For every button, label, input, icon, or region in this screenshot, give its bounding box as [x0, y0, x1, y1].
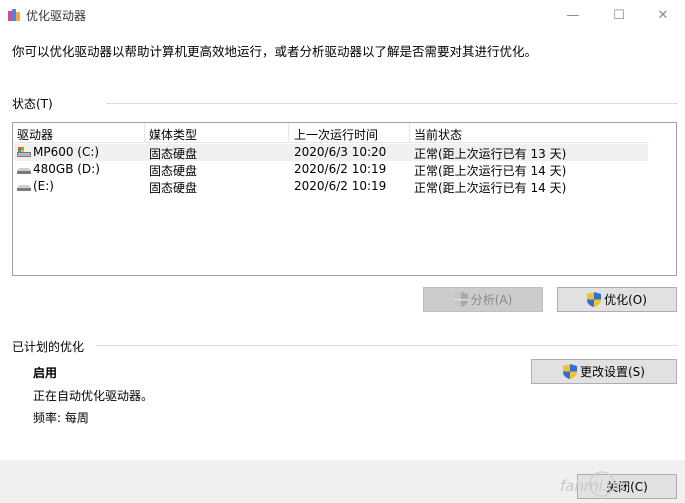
current-status: 正常(距上次运行已有 13 天) — [414, 147, 567, 161]
last-run-time: 2020/6/2 10:19 — [294, 179, 387, 193]
schedule-description: 正在自动优化驱动器。 — [33, 389, 154, 403]
optimize-label: 优化(O) — [604, 293, 647, 307]
optimize-button[interactable]: 优化(O) — [557, 287, 677, 312]
media-type: 固态硬盘 — [149, 147, 198, 161]
intro-text: 你可以优化驱动器以帮助计算机更高效地运行，或者分析驱动器以了解是否需要对其进行优… — [12, 44, 538, 59]
current-status: 正常(距上次运行已有 14 天) — [414, 164, 567, 178]
list-scroll-area — [649, 123, 676, 275]
minimize-button[interactable]: — — [550, 0, 596, 30]
uac-shield-icon — [587, 292, 602, 307]
column-separator — [144, 123, 145, 143]
uac-shield-icon — [453, 292, 468, 307]
window-title: 优化驱动器 — [26, 9, 87, 23]
analyze-label: 分析(A) — [470, 293, 513, 307]
drive-list[interactable]: 驱动器 媒体类型 上一次运行时间 当前状态 MP600 (C:) 固态硬盘 20… — [12, 122, 677, 276]
column-media-type[interactable]: 媒体类型 — [149, 126, 197, 143]
uac-shield-icon — [563, 364, 577, 379]
column-separator — [409, 123, 410, 143]
analyze-button[interactable]: 分析(A) — [423, 287, 543, 312]
drive-icon — [17, 168, 31, 174]
close-window-button[interactable]: ✕ — [640, 0, 685, 30]
column-separator — [288, 123, 289, 143]
drive-name: 480GB (D:) — [33, 162, 100, 176]
drive-row-c[interactable]: MP600 (C:) 固态硬盘 2020/6/3 10:20 正常(距上次运行已… — [14, 144, 648, 161]
status-section-label: 状态(T) — [12, 97, 53, 111]
drive-name: (E:) — [33, 179, 54, 193]
system-drive-icon — [17, 147, 31, 157]
status-section-divider — [106, 103, 678, 104]
drive-list-header: 驱动器 媒体类型 上一次运行时间 当前状态 — [13, 123, 649, 143]
last-run-time: 2020/6/2 10:19 — [294, 162, 387, 176]
watermark-text: fahmi.cn — [560, 477, 625, 495]
column-drive[interactable]: 驱动器 — [17, 126, 53, 143]
schedule-frequency: 频率: 每周 — [33, 411, 89, 425]
maximize-button[interactable]: ☐ — [596, 0, 642, 30]
site-watermark-logo: fahmi.cn — [560, 471, 625, 497]
schedule-status: 启用 — [33, 366, 58, 380]
last-run-time: 2020/6/3 10:20 — [294, 145, 387, 159]
schedule-section-label: 已计划的优化 — [12, 340, 85, 354]
column-current-status[interactable]: 当前状态 — [414, 126, 462, 143]
media-type: 固态硬盘 — [149, 164, 198, 178]
drive-row-e[interactable]: (E:) 固态硬盘 2020/6/2 10:19 正常(距上次运行已有 14 天… — [14, 178, 648, 195]
drive-name: MP600 (C:) — [33, 145, 100, 159]
drive-row-d[interactable]: 480GB (D:) 固态硬盘 2020/6/2 10:19 正常(距上次运行已… — [14, 161, 648, 178]
drive-icon — [17, 185, 31, 191]
defrag-app-icon — [8, 9, 20, 21]
title-bar: 优化驱动器 — ☐ ✕ — [0, 0, 685, 30]
column-last-run[interactable]: 上一次运行时间 — [294, 126, 378, 143]
schedule-section-divider — [96, 345, 678, 346]
media-type: 固态硬盘 — [149, 181, 198, 195]
change-settings-label: 更改设置(S) — [580, 365, 645, 379]
current-status: 正常(距上次运行已有 14 天) — [414, 181, 567, 195]
change-settings-button[interactable]: 更改设置(S) — [531, 359, 677, 384]
